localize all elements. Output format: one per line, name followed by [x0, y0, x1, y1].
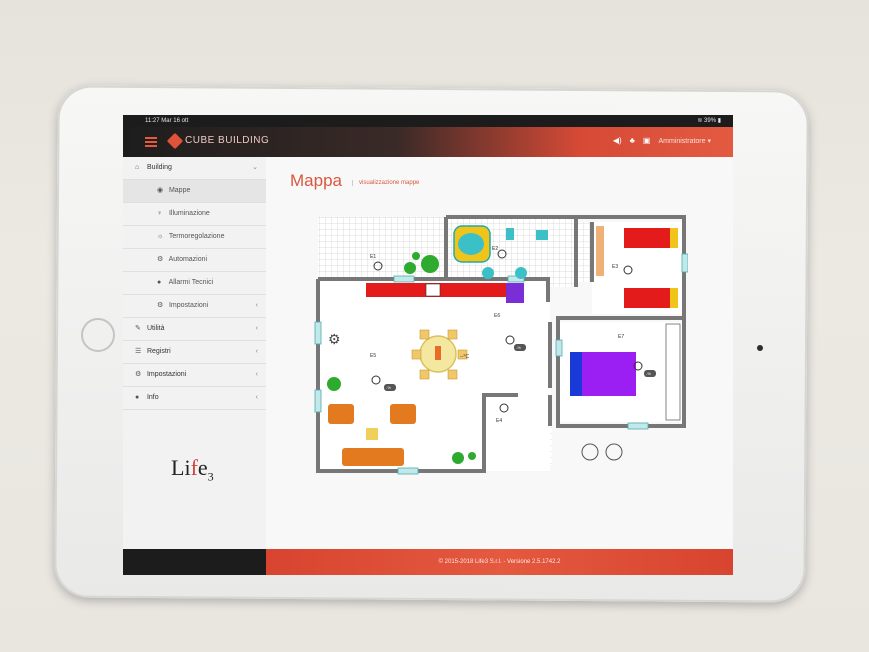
- sidebar: ⌂ Building ⌄ ◉ Mappe ♀ Illuminazione ☼ T…: [123, 157, 267, 549]
- status-bar: 11:27 Mar 16 ott ≋ 39% ▮: [123, 115, 733, 127]
- wardrobe-2: [665, 323, 681, 421]
- wrench-icon: ✎: [135, 325, 141, 332]
- page-title: Mappa: [290, 171, 342, 190]
- stove-icon: [425, 283, 441, 297]
- header-actions: ◀) ♣ ▣ Amministratore ▾: [613, 136, 711, 145]
- home-button[interactable]: [81, 318, 115, 352]
- sink-2: [482, 267, 494, 279]
- double-bed: [582, 352, 636, 396]
- pillow-2: [670, 288, 678, 308]
- entrance-marker: [605, 443, 623, 461]
- sidebar-item-automazioni[interactable]: ⚙ Automazioni: [123, 249, 266, 272]
- chevron-down-icon: ⌄: [252, 164, 258, 171]
- temperature-readout: --°C: [460, 354, 469, 360]
- armchair-right: [390, 404, 416, 424]
- sidebar-item-impostazioni[interactable]: ⚙ Impostazioni ‹: [123, 364, 266, 387]
- footer: © 2015-2018 Life3 S.r.l. - Versione 2.5.…: [266, 549, 733, 575]
- sidebar-item-termoregolazione[interactable]: ☼ Termoregolazione: [123, 226, 266, 249]
- room-label-e1: E1: [370, 254, 376, 260]
- sun-icon: ☼: [157, 233, 164, 240]
- bathtub-water: [458, 233, 484, 255]
- app-header: CUBE BUILDING ◀) ♣ ▣ Amministratore ▾: [123, 127, 733, 157]
- globe-icon: ◉: [157, 187, 164, 194]
- sidebar-item-registri[interactable]: ☰ Registri ‹: [123, 341, 266, 364]
- sidebar-item-building[interactable]: ⌂ Building ⌄: [123, 157, 266, 180]
- sidebar-item-mappe[interactable]: ◉ Mappe: [123, 180, 266, 203]
- camera-dot: [757, 345, 763, 351]
- avatar[interactable]: ▣: [643, 136, 651, 145]
- status-time: 11:27 Mar 16 ott: [145, 118, 189, 124]
- info-icon: ●: [135, 394, 140, 401]
- room-label-e2: E2: [492, 246, 498, 252]
- bell-icon[interactable]: ♣: [630, 136, 635, 145]
- wardrobe: [596, 226, 604, 276]
- thermometer-icon: [435, 346, 441, 360]
- wifi-icon: ≋: [697, 118, 705, 124]
- sidebar-item-utilita[interactable]: ✎ Utilità ‹: [123, 318, 266, 341]
- cube-logo-icon: [166, 132, 184, 150]
- list-icon: ☰: [135, 348, 142, 355]
- gears-icon[interactable]: ⚙: [328, 331, 341, 347]
- chevron-left-icon: ‹: [255, 371, 258, 378]
- chevron-left-icon: ‹: [255, 325, 258, 332]
- chevron-left-icon: ‹: [255, 302, 258, 309]
- sidebar-item-impostazioni-building[interactable]: ⚙ Impostazioni ‹: [123, 295, 266, 318]
- sink: [536, 230, 548, 240]
- dimmer-label: -%: [646, 371, 651, 376]
- sink-3: [515, 267, 527, 279]
- floor-plan-map: --°C ⚙ -% -% -% E1 E2 E3 E4 E5 E6 E7: [314, 215, 688, 475]
- pillow-1: [670, 228, 678, 248]
- alert-icon: ●: [157, 279, 162, 286]
- volume-icon[interactable]: ◀): [613, 136, 622, 145]
- armchair-left: [328, 404, 354, 424]
- sidebar-item-info[interactable]: ● Info ‹: [123, 387, 266, 410]
- coffee-table: [366, 428, 378, 440]
- bed-headboard: [570, 352, 582, 396]
- sofa: [342, 448, 404, 466]
- user-menu[interactable]: Amministratore ▾: [658, 137, 711, 145]
- bed-1: [624, 228, 674, 248]
- cogs-icon: ⚙: [157, 256, 164, 263]
- corridor-tiles: [576, 222, 592, 282]
- bed-2: [624, 288, 674, 308]
- main-content: Mappa visualizzazione mappe --°C ⚙ -% -%…: [266, 157, 733, 549]
- toilet: [506, 228, 514, 240]
- living-area: [318, 279, 550, 471]
- dimmer-label: -%: [386, 385, 391, 390]
- room-label-e7: E7: [618, 334, 624, 340]
- dimmer-label: -%: [516, 345, 521, 350]
- entrance-marker: [581, 443, 599, 461]
- fridge: [506, 283, 524, 303]
- room-label-e6: E6: [494, 313, 500, 319]
- cogs-icon: ⚙: [135, 371, 142, 378]
- sidebar-item-allarmi-tecnici[interactable]: ● Allarmi Tecnici: [123, 272, 266, 295]
- room-label-e5: E5: [370, 353, 376, 359]
- room-label-e3: E3: [612, 264, 618, 270]
- tablet-screen: 11:27 Mar 16 ott ≋ 39% ▮ CUBE BUILDING ◀…: [123, 115, 733, 575]
- battery-indicator: ≋ 39% ▮: [697, 118, 721, 124]
- bulb-icon: ♀: [157, 210, 163, 217]
- page-subtitle: visualizzazione mappe: [352, 180, 419, 186]
- cogs-icon: ⚙: [157, 302, 164, 309]
- room-label-e4: E4: [496, 418, 502, 424]
- chevron-left-icon: ‹: [255, 394, 258, 401]
- life3-logo: Life3: [171, 455, 214, 484]
- sidebar-item-illuminazione[interactable]: ♀ Illuminazione: [123, 203, 266, 226]
- home-icon: ⌂: [135, 164, 140, 171]
- hamburger-menu-icon[interactable]: [145, 137, 157, 147]
- chevron-left-icon: ‹: [255, 348, 258, 355]
- brand-name: CUBE BUILDING: [185, 135, 270, 146]
